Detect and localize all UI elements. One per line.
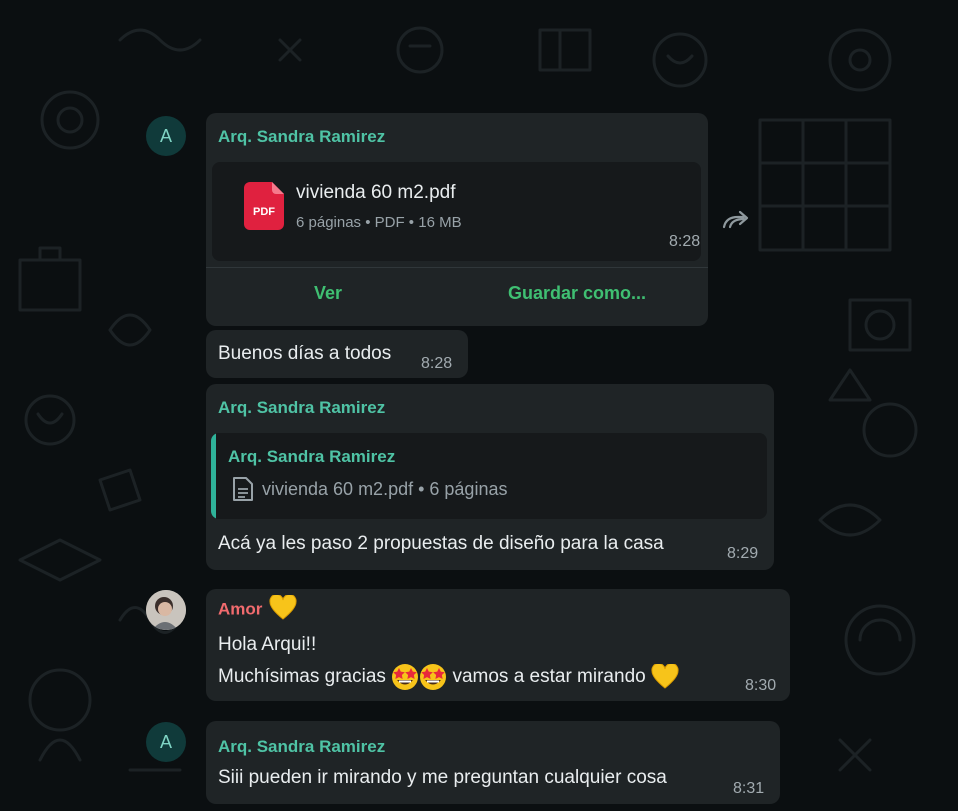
save-as-button[interactable]: Guardar como... xyxy=(508,283,646,304)
quoted-sender: Arq. Sandra Ramirez xyxy=(228,447,396,466)
document-name: vivienda 60 m2.pdf xyxy=(296,182,456,203)
sender-avatar[interactable]: A xyxy=(146,116,186,156)
document-message-bubble[interactable]: Arq. Sandra Ramirez PDF vivienda 60 m2.p… xyxy=(206,113,708,326)
message-text-after: vamos a estar mirando xyxy=(452,666,646,688)
text-message-bubble[interactable]: Arq. Sandra Ramirez Siii pueden ir miran… xyxy=(206,721,780,804)
message-text: Buenos días a todos xyxy=(218,343,392,364)
message-sender[interactable]: Arq. Sandra Ramirez xyxy=(218,398,385,418)
message-sender[interactable]: Arq. Sandra Ramirez xyxy=(218,737,385,757)
quoted-message[interactable]: Arq. Sandra Ramirez vivienda 60 m2.pdf •… xyxy=(211,433,767,519)
reply-message-bubble[interactable]: Arq. Sandra Ramirez Arq. Sandra Ramirez … xyxy=(206,384,774,570)
yellow-heart-emoji xyxy=(651,664,679,689)
bubble-divider xyxy=(206,267,708,268)
message-line-2: Muchísimas gracias vamos a estar mirando xyxy=(218,663,679,691)
sender-name: Amor xyxy=(218,599,263,619)
document-meta: 6 páginas • PDF • 16 MB xyxy=(296,214,462,231)
message-line-1: Hola Arqui!! xyxy=(218,634,317,655)
sender-avatar-photo[interactable] xyxy=(146,590,186,630)
text-message-bubble[interactable]: Buenos días a todos 8:28 xyxy=(206,330,468,378)
view-button[interactable]: Ver xyxy=(314,283,342,304)
message-text: Acá ya les paso 2 propuestas de diseño p… xyxy=(218,533,664,554)
message-sender[interactable]: Amor xyxy=(218,595,297,621)
document-icon xyxy=(233,477,253,501)
pdf-icon-label: PDF xyxy=(253,206,275,218)
document-attachment[interactable]: PDF vivienda 60 m2.pdf 6 páginas • PDF •… xyxy=(212,162,701,261)
message-time: 8:28 xyxy=(421,355,453,372)
forward-icon[interactable] xyxy=(722,205,752,235)
avatar-initial: A xyxy=(159,125,172,146)
message-time: 8:28 xyxy=(669,233,701,250)
message-text-before: Muchísimas gracias xyxy=(218,666,386,688)
star-struck-emoji xyxy=(420,664,447,690)
quote-accent-bar xyxy=(211,433,216,519)
avatar-photo xyxy=(146,590,186,630)
message-sender[interactable]: Arq. Sandra Ramirez xyxy=(218,127,385,147)
message-time: 8:30 xyxy=(745,677,777,694)
yellow-heart-emoji xyxy=(269,595,297,620)
star-struck-emoji xyxy=(392,664,419,690)
message-time: 8:31 xyxy=(733,780,765,797)
message-text: Siii pueden ir mirando y me preguntan cu… xyxy=(218,767,667,788)
text-message-bubble[interactable]: Amor Hola Arqui!! Muchísimas gracias vam… xyxy=(206,589,790,701)
avatar-initial: A xyxy=(159,731,172,752)
sender-avatar[interactable]: A xyxy=(146,722,186,762)
message-time: 8:29 xyxy=(727,545,759,562)
pdf-file-icon: PDF xyxy=(244,182,284,230)
quoted-text: vivienda 60 m2.pdf • 6 páginas xyxy=(262,479,508,499)
